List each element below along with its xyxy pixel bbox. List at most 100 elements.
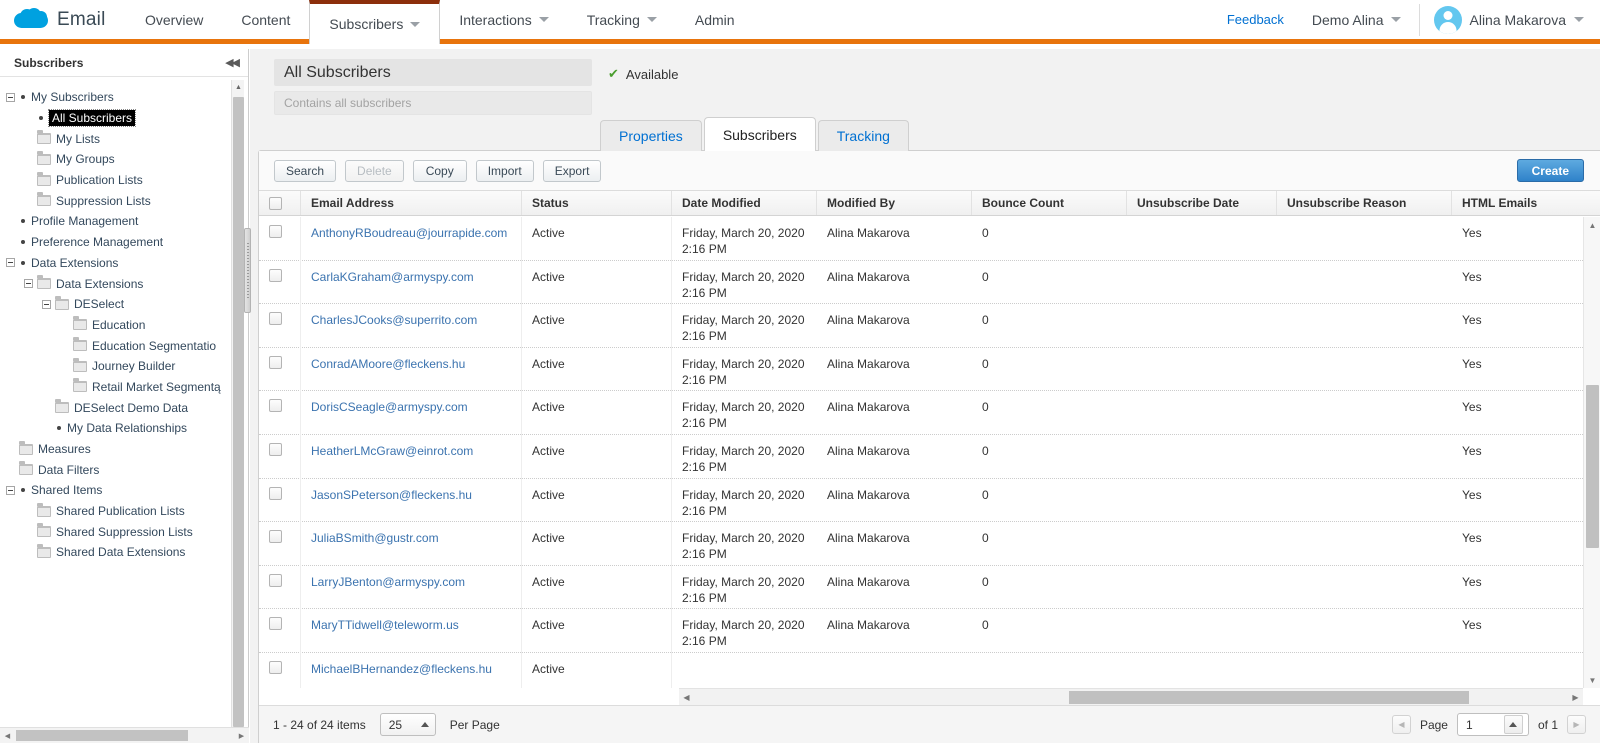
tab-tracking[interactable]: Tracking (818, 120, 909, 151)
nav-item-content[interactable]: Content (222, 0, 309, 39)
email-link[interactable]: MaryTTidwell@teleworm.us (311, 617, 459, 633)
column-header-bounce-count[interactable]: Bounce Count (972, 191, 1127, 215)
copy-button[interactable]: Copy (413, 160, 467, 182)
column-header-unsubscribe-reason[interactable]: Unsubscribe Reason (1277, 191, 1452, 215)
table-row[interactable]: AnthonyRBoudreau@jourrapide.comActiveFri… (259, 217, 1583, 261)
email-link[interactable]: CarlaKGraham@armyspy.com (311, 269, 474, 285)
table-row[interactable]: DorisCSeagle@armyspy.comActiveFriday, Ma… (259, 391, 1583, 435)
email-link[interactable]: CharlesJCooks@superrito.com (311, 312, 477, 328)
sidebar-item-data-filters[interactable]: Data Filters (0, 459, 232, 480)
sidebar-item-all-subscribers[interactable]: All Subscribers (0, 108, 232, 129)
column-header-email-address[interactable]: Email Address (301, 191, 522, 215)
grid-horizontal-scrollbar[interactable]: ◀ ▶ (679, 688, 1583, 705)
email-link[interactable]: JasonSPeterson@fleckens.hu (311, 487, 472, 503)
nav-item-subscribers[interactable]: Subscribers (309, 0, 440, 44)
tab-properties[interactable]: Properties (600, 120, 702, 151)
table-row[interactable]: ConradAMoore@fleckens.huActiveFriday, Ma… (259, 348, 1583, 392)
email-link[interactable]: HeatherLMcGraw@einrot.com (311, 443, 473, 459)
sidebar-item-my-groups[interactable]: My Groups (0, 149, 232, 170)
collapse-node-icon[interactable] (6, 258, 15, 267)
sidebar-item-deselect-demo-data[interactable]: DESelect Demo Data (0, 397, 232, 418)
sidebar-scroll-thumb[interactable] (233, 97, 244, 727)
collapse-node-icon[interactable] (42, 300, 51, 309)
column-header-status[interactable]: Status (522, 191, 672, 215)
table-row[interactable]: MaryTTidwell@teleworm.usActiveFriday, Ma… (259, 609, 1583, 653)
table-row[interactable]: LarryJBenton@armyspy.comActiveFriday, Ma… (259, 566, 1583, 610)
row-checkbox[interactable] (269, 487, 282, 500)
sidebar-item-shared-publication-lists[interactable]: Shared Publication Lists (0, 501, 232, 522)
row-checkbox[interactable] (269, 617, 282, 630)
sidebar-item-shared-data-extensions[interactable]: Shared Data Extensions (0, 542, 232, 563)
sidebar-item-profile-management[interactable]: Profile Management (0, 211, 232, 232)
scroll-down-icon[interactable]: ▼ (1584, 672, 1600, 688)
next-page-button[interactable]: ▶ (1567, 715, 1586, 734)
email-link[interactable]: MichaelBHernandez@fleckens.hu (311, 661, 492, 677)
sidebar-item-publication-lists[interactable]: Publication Lists (0, 170, 232, 191)
sidebar-item-data-extensions[interactable]: Data Extensions (0, 273, 232, 294)
row-checkbox[interactable] (269, 574, 282, 587)
row-checkbox[interactable] (269, 225, 282, 238)
sidebar-vertical-scrollbar[interactable]: ▲ ▼ (231, 80, 244, 743)
row-checkbox[interactable] (269, 269, 282, 282)
table-row[interactable]: HeatherLMcGraw@einrot.comActiveFriday, M… (259, 435, 1583, 479)
feedback-link[interactable]: Feedback (1213, 12, 1298, 27)
row-checkbox[interactable] (269, 356, 282, 369)
sidebar-item-retail-market-segment[interactable]: Retail Market Segmentą (0, 377, 232, 398)
tab-subscribers[interactable]: Subscribers (704, 117, 816, 151)
create-button[interactable]: Create (1517, 159, 1584, 182)
table-row[interactable]: CarlaKGraham@armyspy.comActiveFriday, Ma… (259, 261, 1583, 305)
previous-page-button[interactable]: ◀ (1392, 715, 1411, 734)
scroll-left-icon[interactable]: ◀ (679, 690, 694, 705)
nav-item-interactions[interactable]: Interactions (440, 0, 567, 39)
email-link[interactable]: AnthonyRBoudreau@jourrapide.com (311, 225, 507, 241)
page-number-input[interactable]: 1 (1457, 713, 1529, 736)
column-header-html-emails[interactable]: HTML Emails (1452, 191, 1562, 215)
sidebar-hscroll-thumb[interactable] (16, 730, 188, 741)
sidebar-item-my-data-relationships[interactable]: My Data Relationships (0, 418, 232, 439)
collapse-sidebar-icon[interactable]: ◀◀ (225, 56, 238, 69)
sidebar-item-deselect[interactable]: DESelect (0, 294, 232, 315)
row-checkbox[interactable] (269, 661, 282, 674)
email-link[interactable]: DorisCSeagle@armyspy.com (311, 399, 468, 415)
search-button[interactable]: Search (274, 160, 336, 182)
table-row[interactable]: CharlesJCooks@superrito.comActiveFriday,… (259, 304, 1583, 348)
sidebar-item-my-subscribers[interactable]: My Subscribers (0, 87, 232, 108)
nav-item-admin[interactable]: Admin (676, 0, 754, 39)
grid-vertical-scrollbar[interactable]: ▲ ▼ (1583, 217, 1600, 688)
sidebar-item-suppression-lists[interactable]: Suppression Lists (0, 190, 232, 211)
sidebar-item-my-lists[interactable]: My Lists (0, 128, 232, 149)
column-header-date-modified[interactable]: Date Modified (672, 191, 817, 215)
scroll-up-icon[interactable]: ▲ (1584, 217, 1600, 233)
grid-hscroll-thumb[interactable] (1069, 691, 1469, 704)
collapse-node-icon[interactable] (6, 486, 15, 495)
sidebar-item-journey-builder[interactable]: Journey Builder (0, 356, 232, 377)
table-row[interactable]: JuliaBSmith@gustr.comActiveFriday, March… (259, 522, 1583, 566)
brand-logo[interactable]: Email (0, 0, 126, 39)
table-row[interactable]: MichaelBHernandez@fleckens.huActive (259, 653, 1583, 688)
sidebar-item-education-segmentatio[interactable]: Education Segmentatio (0, 335, 232, 356)
sidebar-item-shared-suppression-lists[interactable]: Shared Suppression Lists (0, 521, 232, 542)
sidebar-item-data-extensions[interactable]: Data Extensions (0, 253, 232, 274)
row-checkbox[interactable] (269, 530, 282, 543)
user-menu[interactable]: Alina Makarova (1424, 6, 1600, 34)
collapse-node-icon[interactable] (24, 279, 33, 288)
email-link[interactable]: ConradAMoore@fleckens.hu (311, 356, 465, 372)
row-checkbox[interactable] (269, 399, 282, 412)
page-stepper-up-icon[interactable] (1504, 715, 1523, 734)
org-selector[interactable]: Demo Alina (1298, 12, 1415, 28)
list-description-field[interactable]: Contains all subscribers (274, 91, 592, 115)
scroll-right-icon[interactable]: ▶ (234, 728, 249, 743)
email-link[interactable]: LarryJBenton@armyspy.com (311, 574, 465, 590)
email-link[interactable]: JuliaBSmith@gustr.com (311, 530, 439, 546)
nav-item-tracking[interactable]: Tracking (568, 0, 676, 39)
column-header-modified-by[interactable]: Modified By (817, 191, 972, 215)
select-all-checkbox[interactable] (269, 197, 282, 210)
sidebar-horizontal-scrollbar[interactable]: ◀ ▶ (0, 727, 249, 743)
grid-vscroll-thumb[interactable] (1586, 385, 1599, 548)
sidebar-item-education[interactable]: Education (0, 315, 232, 336)
scroll-left-icon[interactable]: ◀ (0, 728, 15, 743)
column-header-unsubscribe-date[interactable]: Unsubscribe Date (1127, 191, 1277, 215)
sidebar-item-shared-items[interactable]: Shared Items (0, 480, 232, 501)
scroll-up-icon[interactable]: ▲ (232, 80, 245, 94)
collapse-node-icon[interactable] (6, 93, 15, 102)
